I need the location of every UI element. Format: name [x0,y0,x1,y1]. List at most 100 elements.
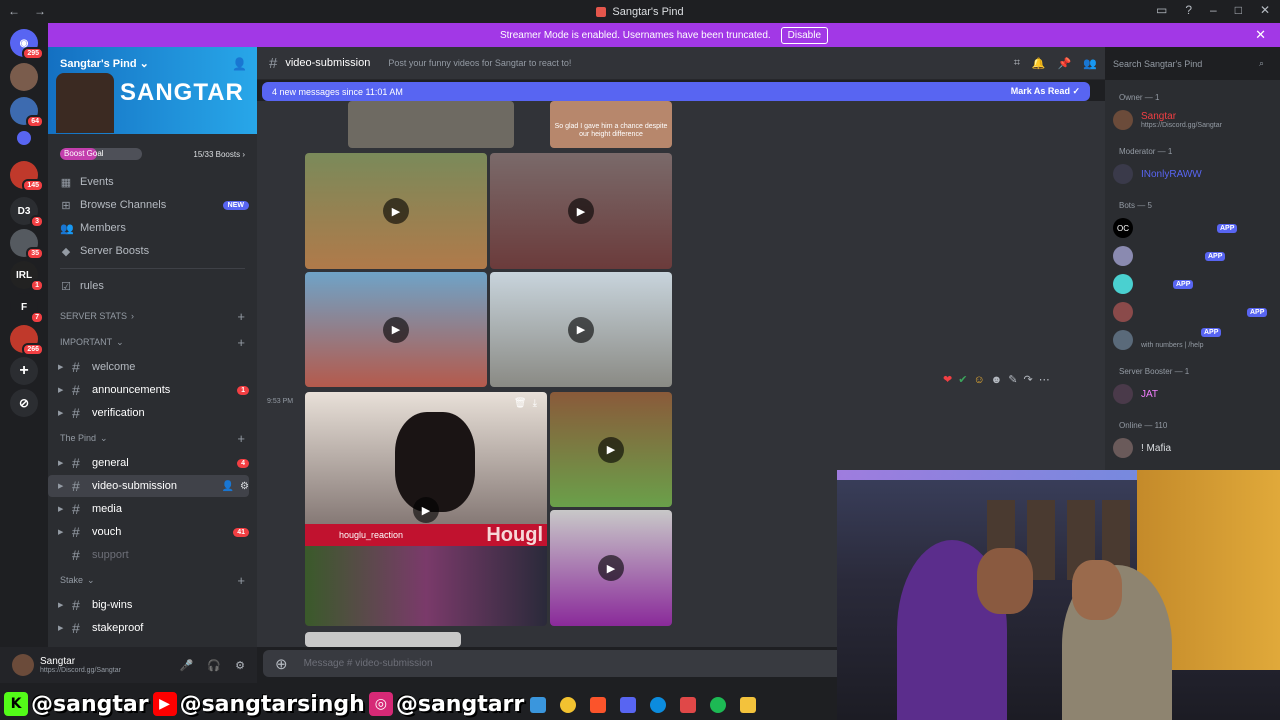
channel-big-wins[interactable]: ▶ # big-wins [48,594,249,616]
server-d3[interactable]: D3 3 [10,197,44,228]
member-booster[interactable]: JAT [1105,380,1280,408]
channel-welcome[interactable]: ▶ # welcome [48,356,249,378]
avatar[interactable] [12,654,34,676]
check-reaction-icon[interactable]: ✔ [958,373,967,386]
pin-icon[interactable]: 📌 [1058,57,1072,70]
forward-icon[interactable]: ↷ [1023,373,1032,386]
browse-channels-item[interactable]: ⊞ Browse Channels NEW [56,194,249,216]
more-icon[interactable]: ⋯ [1039,373,1050,386]
chrome-icon[interactable] [560,697,576,713]
video-thumbnail[interactable]: ▶ [305,153,487,269]
member-moderator[interactable]: INonlyRAWW [1105,160,1280,188]
member-bot[interactable]: APP [1105,298,1280,326]
category-stake[interactable]: Stake ⌄ + [48,567,257,593]
file-explorer-icon[interactable] [740,697,756,713]
member-list-icon[interactable]: 👥 [1083,57,1097,70]
add-channel-icon[interactable]: + [237,573,245,588]
add-channel-icon[interactable]: + [237,309,245,324]
channel-stakeproof[interactable]: ▶ # stakeproof [48,617,249,639]
video-thumbnail[interactable]: ▶ [490,153,672,269]
discover-icon[interactable]: ⊘ [10,389,38,417]
video-thumbnail[interactable]: ▶ [490,272,672,387]
category-the-pind[interactable]: The Pind ⌄ + [48,425,257,451]
invite-icon[interactable]: 👤 [222,481,234,492]
disable-button[interactable]: Disable [780,26,829,44]
video-thumbnail[interactable]: ▶ [550,392,672,507]
video-thumbnail[interactable]: ▶ [550,510,672,626]
heart-reaction-icon[interactable]: ❤ [943,373,952,386]
server-avatar[interactable] [10,63,38,91]
channel-announcements[interactable]: ▶ # announcements 1 [48,379,249,401]
close-icon[interactable]: ✕ [1255,27,1266,43]
delete-icon[interactable]: 🗑 [514,398,527,409]
server-banner[interactable]: Sangtar's Pind ⌄ 👤 SANGTAR [48,47,257,134]
video-thumbnail[interactable]: 🗑 ⤓ ▶ houglu_reaction Hougl [305,392,547,626]
server-avatar[interactable]: 35 [10,229,44,260]
mark-as-read-button[interactable]: Mark As Read ✓ [1011,86,1080,97]
dm-home-icon[interactable]: ◉ 295 [10,29,44,60]
add-channel-icon[interactable]: + [237,335,245,350]
video-thumbnail[interactable] [348,101,514,148]
play-icon[interactable]: ▶ [568,316,594,343]
server-boosts-item[interactable]: ◆ Server Boosts [56,240,249,262]
search-input[interactable]: Search Sangtar's Pind ⌕ [1105,52,1270,75]
channel-media[interactable]: ▶ # media [48,498,249,520]
add-channel-icon[interactable]: + [237,431,245,446]
bell-icon[interactable]: 🔔 [1032,57,1046,70]
message-composer[interactable]: ⊕ Message # video-submission [263,650,853,677]
invite-icon[interactable]: 👤 [232,57,247,71]
video-thumbnail[interactable] [305,632,461,647]
close-icon[interactable]: ✕ [1260,3,1270,17]
play-icon[interactable]: ▶ [383,198,409,224]
headphones-icon[interactable]: 🎧 [207,659,221,672]
server-avatar[interactable]: 64 [10,97,44,128]
play-icon[interactable]: ▶ [413,497,439,523]
channel-general[interactable]: ▶ # general 4 [48,452,249,474]
threads-icon[interactable]: ⌗ [1014,57,1020,70]
discord-icon[interactable] [620,697,636,713]
member-owner[interactable]: Sangtar https://Discord.gg/Sangtar [1105,106,1280,134]
add-reaction-icon[interactable]: ☻ [991,374,1003,386]
microphone-icon[interactable]: 🎤 [180,659,194,672]
play-icon[interactable]: ▶ [598,436,624,463]
app-icon[interactable] [680,697,696,713]
back-icon[interactable]: ← [8,4,20,18]
brave-icon[interactable] [590,697,606,713]
add-server-icon[interactable]: + [10,357,38,385]
channel-rules[interactable]: ☑ rules [56,275,249,297]
category-important[interactable]: IMPORTANT ⌄ + [48,329,257,355]
user-settings-icon[interactable]: ⚙ [235,659,245,672]
member-online[interactable]: ! Mafia [1105,434,1280,462]
member-bot[interactable]: APP [1105,242,1280,270]
server-avatar[interactable]: 266 [10,325,44,356]
boost-goal[interactable]: Boost Goal 15/33 Boosts › [48,141,257,167]
channel-verification[interactable]: ▶ # verification [48,402,249,424]
channel-topic[interactable]: Post your funny videos for Sangtar to re… [388,58,571,68]
channel-support[interactable]: # support [48,544,249,566]
windows-start-icon[interactable] [530,697,546,713]
folder-icon[interactable] [17,131,31,145]
edge-icon[interactable] [650,697,666,713]
server-avatar[interactable]: 145 [10,161,44,192]
server-f[interactable]: F7 [10,293,44,324]
server-name[interactable]: Sangtar's Pind ⌄ [60,57,149,70]
member-bot[interactable]: APP with numbers | /help [1105,326,1280,354]
maximize-icon[interactable]: □ [1235,3,1242,17]
spotify-icon[interactable] [710,697,726,713]
laugh-reaction-icon[interactable]: ☺ [973,374,984,386]
category-server-stats[interactable]: SERVER STATS › + [48,303,257,329]
help-icon[interactable]: ? [1185,3,1192,17]
video-thumbnail[interactable]: ▶ [305,272,487,387]
inbox-icon[interactable]: ▭ [1156,3,1167,17]
edit-icon[interactable]: ✎ [1008,373,1017,386]
member-bot[interactable]: APP [1105,270,1280,298]
members-item[interactable]: 👥 Members [56,217,249,239]
play-icon[interactable]: ▶ [383,316,409,343]
channel-video-submission[interactable]: ▶ # video-submission 👤 ⚙ [48,475,249,497]
download-icon[interactable]: ⤓ [533,398,537,409]
member-bot[interactable]: OC APP [1105,214,1280,242]
forward-icon[interactable]: → [34,4,46,18]
channel-vouch[interactable]: ▶ # vouch 41 [48,521,249,543]
attach-icon[interactable]: ⊕ [275,655,288,673]
minimize-icon[interactable]: – [1210,3,1217,17]
